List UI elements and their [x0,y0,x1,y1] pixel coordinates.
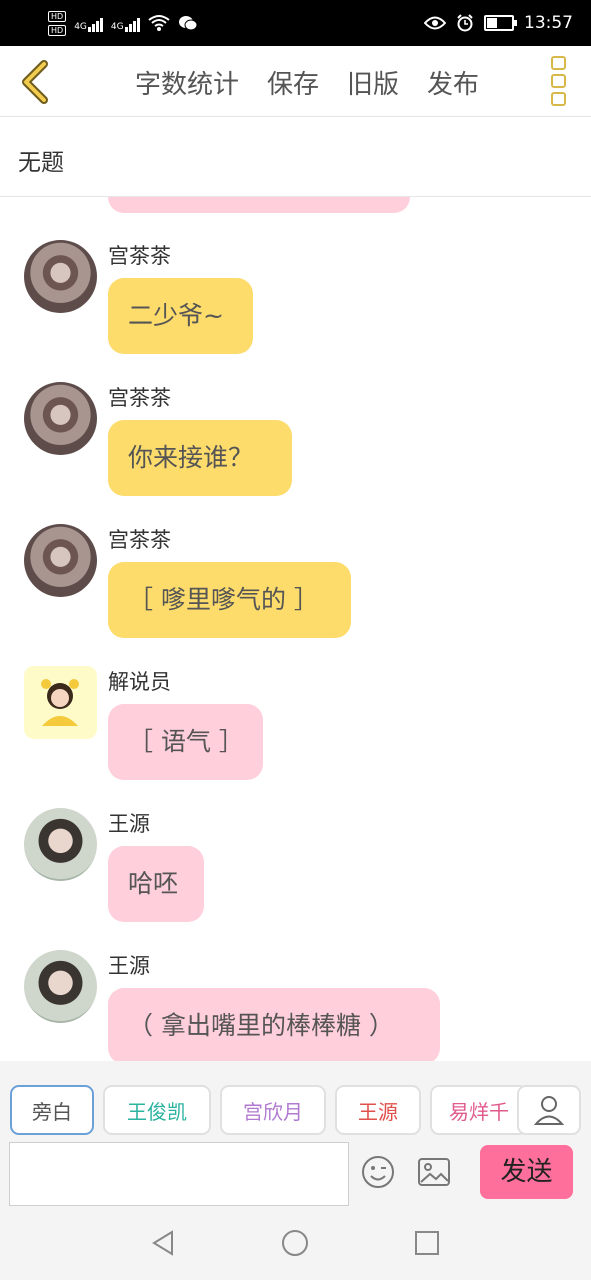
partial-bubble [108,197,410,213]
network-type-2: 4G [110,22,124,32]
sender-name: 宫茶茶 [108,528,171,552]
alarm-icon [457,14,473,32]
title-bar: 无题 [0,117,591,197]
clock: 13:57 [524,13,573,33]
avatar[interactable] [24,808,97,881]
narrator-avatar-icon [41,679,79,726]
person-icon [533,1096,565,1125]
system-nav-bar [0,1207,591,1280]
sender-name: 王源 [108,954,150,978]
nav-recents-icon[interactable] [413,1229,441,1257]
avatar[interactable] [24,950,97,1023]
role-selector: 旁白 王俊凯 宫欣月 王源 易烊千 [0,1085,591,1139]
toolbar-actions: 字数统计 保存 旧版 发布 [135,64,479,101]
avatar[interactable] [24,524,97,597]
save-button[interactable]: 保存 [267,64,319,101]
message-bubble[interactable]: ［ 语气 ］ [108,704,263,780]
message-bubble[interactable]: ［ 嗲里嗲气的 ］ [108,562,351,638]
message-bubble[interactable]: 哈呸 [108,846,204,922]
hd-badge-1: HD [48,10,67,22]
status-bar: HD HD 4G 4G 13:57 [0,0,591,46]
wechat-icon [178,16,198,31]
message-input[interactable] [9,1142,349,1206]
avatar[interactable] [24,666,97,739]
avatar[interactable] [24,382,97,455]
role-chip[interactable]: 王俊凯 [103,1085,211,1135]
nav-home-icon[interactable] [281,1229,309,1257]
send-button[interactable]: 发送 [480,1145,573,1199]
add-role-button[interactable] [517,1085,581,1135]
document-title[interactable]: 无题 [18,143,64,177]
nav-back-icon[interactable] [150,1229,178,1257]
composer-panel: 旁白 王俊凯 宫欣月 王源 易烊千 发送 [0,1061,591,1207]
network-type-1: 4G [74,22,87,32]
message-bubble[interactable]: 你来接谁？ [108,420,292,496]
sender-name: 宫茶茶 [108,386,171,410]
role-chip[interactable]: 宫欣月 [220,1085,326,1135]
top-toolbar: 字数统计 保存 旧版 发布 [0,46,591,117]
battery-icon [484,15,517,31]
word-count-button[interactable]: 字数统计 [135,64,239,101]
old-version-button[interactable]: 旧版 [347,64,399,101]
avatar[interactable] [24,240,97,313]
more-menu-icon[interactable] [551,56,567,106]
sender-name: 解说员 [108,670,171,694]
hd-indicators: HD HD [48,10,67,36]
image-icon[interactable] [417,1157,451,1187]
wifi-icon [147,15,170,31]
hd-badge-2: HD [48,24,67,36]
signal-icon-2: 4G [111,14,140,32]
sender-name: 王源 [108,812,150,836]
role-chip[interactable]: 易烊千 [430,1085,528,1135]
message-bubble[interactable]: （ 拿出嘴里的棒棒糖 ） [108,988,440,1061]
role-chip[interactable]: 王源 [335,1085,421,1135]
eye-icon [424,16,446,30]
emoji-icon[interactable] [361,1155,395,1189]
signal-icon-1: 4G [74,14,103,32]
role-chip-narration[interactable]: 旁白 [10,1085,94,1135]
back-icon[interactable] [16,58,56,106]
message-bubble[interactable]: 二少爷~ [108,278,253,354]
publish-button[interactable]: 发布 [427,64,479,101]
sender-name: 宫茶茶 [108,244,171,268]
status-left: HD HD 4G 4G [48,8,198,38]
status-right: 13:57 [424,8,573,38]
chat-list[interactable]: 宫茶茶 二少爷~ 宫茶茶 你来接谁？ 宫茶茶 ［ 嗲里嗲气的 ］ 解说员 ［ 语… [0,197,591,1061]
